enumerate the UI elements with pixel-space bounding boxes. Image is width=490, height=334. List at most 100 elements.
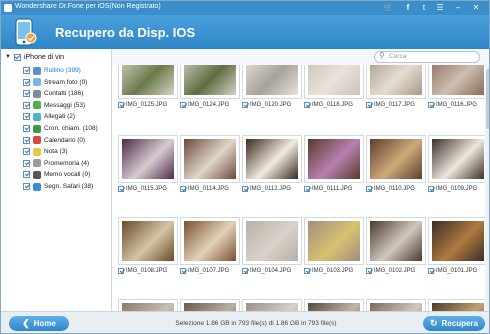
sidebar-item[interactable]: Contatti (186) [23,88,109,99]
sidebar-item-checkbox[interactable] [23,125,30,132]
photo-thumbnail[interactable] [366,299,426,311]
photo-item[interactable] [304,299,366,311]
sidebar-item[interactable]: Allegati (2) [23,111,109,122]
search-input[interactable]: ⚲ Cerca [374,51,480,63]
twitter-icon[interactable]: t [419,3,429,13]
photo-item[interactable] [242,299,304,311]
photo-thumbnail[interactable] [118,217,178,265]
photo-item[interactable]: IMG_0107.JPG [180,217,242,274]
photo-item[interactable]: IMG_0124.JPG [180,65,242,108]
photo-item[interactable]: IMG_0115.JPG [118,135,180,192]
photo-item[interactable]: IMG_0104.JPG [242,217,304,274]
photo-checkbox[interactable] [180,102,186,108]
photo-thumbnail[interactable] [118,135,178,183]
sidebar-item-checkbox[interactable] [23,136,30,144]
photo-checkbox[interactable] [366,268,372,274]
photo-item[interactable]: IMG_0101.JPG [428,217,489,274]
photo-checkbox[interactable] [366,102,372,108]
photo-checkbox[interactable] [118,268,124,274]
device-tree-root[interactable]: ▼ iPhone di vin [5,51,64,63]
close-icon[interactable]: ✕ [471,3,481,13]
sidebar-item-checkbox[interactable] [23,159,30,167]
photo-thumbnail[interactable] [428,217,488,265]
photo-thumbnail[interactable] [180,135,240,183]
sidebar-item[interactable]: Memo vocali (0) [23,169,109,180]
photo-item[interactable]: IMG_0110.JPG [366,135,428,192]
photo-item[interactable]: IMG_0111.JPG [304,135,366,192]
photo-item[interactable]: IMG_0103.JPG [304,217,366,274]
sidebar-item-checkbox[interactable] [23,67,30,74]
photo-thumbnail[interactable] [366,135,426,183]
photo-thumbnail[interactable] [366,65,426,99]
photo-checkbox[interactable] [428,268,434,274]
photo-item[interactable] [180,299,242,311]
photo-checkbox[interactable] [242,186,248,192]
photo-checkbox[interactable] [428,102,434,108]
photo-thumbnail[interactable] [180,217,240,265]
photo-checkbox[interactable] [242,268,248,274]
sidebar-item-checkbox[interactable] [23,148,30,156]
photo-thumbnail[interactable] [180,65,240,99]
device-checkbox[interactable] [13,53,21,61]
photo-thumbnail[interactable] [242,65,302,99]
menu-icon[interactable]: ☰ [435,3,445,13]
photo-thumbnail[interactable] [304,299,364,311]
sidebar-item[interactable]: Stream foto (0) [23,77,109,88]
photo-thumbnail[interactable] [366,217,426,265]
sidebar-item[interactable]: Cron. chiam. (108) [23,123,109,134]
photo-checkbox[interactable] [366,186,372,192]
photo-checkbox[interactable] [242,102,248,108]
photo-item[interactable]: IMG_0109.JPG [428,135,489,192]
photo-thumbnail[interactable] [428,135,488,183]
photo-item[interactable]: IMG_0117.JPG [366,65,428,108]
photo-item[interactable]: IMG_0102.JPG [366,217,428,274]
photo-checkbox[interactable] [180,186,186,192]
photo-thumbnail[interactable] [428,299,488,311]
sidebar-item[interactable]: Nota (3) [23,146,109,157]
sidebar-item-checkbox[interactable] [23,101,30,109]
cart-icon[interactable]: 🛒 [383,3,393,13]
photo-checkbox[interactable] [304,186,310,192]
photo-item[interactable] [118,299,180,311]
sidebar-item-checkbox[interactable] [23,90,30,98]
scrollbar-thumb[interactable] [486,69,489,129]
sidebar-item[interactable]: Promemoria (4) [23,158,109,169]
home-button[interactable]: ❮ Home [9,316,69,331]
photo-item[interactable]: IMG_0118.JPG [304,65,366,108]
sidebar-item-checkbox[interactable] [23,183,30,190]
photo-thumbnail[interactable] [242,299,302,311]
photo-thumbnail[interactable] [242,135,302,183]
photo-item[interactable]: IMG_0108.JPG [118,217,180,274]
sidebar-item[interactable]: Segn. Safari (38) [23,181,109,192]
photo-thumbnail[interactable] [118,299,178,311]
photo-item[interactable]: IMG_0120.JPG [242,65,304,108]
photo-item[interactable]: IMG_0112.JPG [242,135,304,192]
photo-thumbnail[interactable] [118,65,178,99]
facebook-icon[interactable]: f [403,3,413,13]
photo-item[interactable]: IMG_0125.JPG [118,65,180,108]
photo-checkbox[interactable] [118,102,124,108]
photo-checkbox[interactable] [118,186,124,192]
photo-checkbox[interactable] [180,268,186,274]
photo-thumbnail[interactable] [304,135,364,183]
photo-item[interactable] [366,299,428,311]
photo-thumbnail[interactable] [180,299,240,311]
sidebar-item-checkbox[interactable] [23,113,30,121]
photo-checkbox[interactable] [304,268,310,274]
photo-checkbox[interactable] [428,186,434,192]
sidebar-item-checkbox[interactable] [23,78,30,86]
sidebar-item-checkbox[interactable] [23,171,30,179]
photo-checkbox[interactable] [304,102,310,108]
expand-triangle-icon[interactable]: ▼ [5,54,11,60]
photo-thumbnail[interactable] [304,65,364,99]
minimize-icon[interactable]: – [453,3,463,13]
photo-thumbnail[interactable] [304,217,364,265]
sidebar-item[interactable]: Messaggi (53) [23,100,109,111]
photo-thumbnail[interactable] [428,65,488,99]
sidebar-item[interactable]: Rullino (399) [23,65,109,76]
photo-item[interactable]: IMG_0116.JPG [428,65,489,108]
recover-button[interactable]: ↻ Recupera [423,316,485,331]
photo-thumbnail[interactable] [242,217,302,265]
photo-item[interactable] [428,299,489,311]
photo-item[interactable]: IMG_0114.JPG [180,135,242,192]
